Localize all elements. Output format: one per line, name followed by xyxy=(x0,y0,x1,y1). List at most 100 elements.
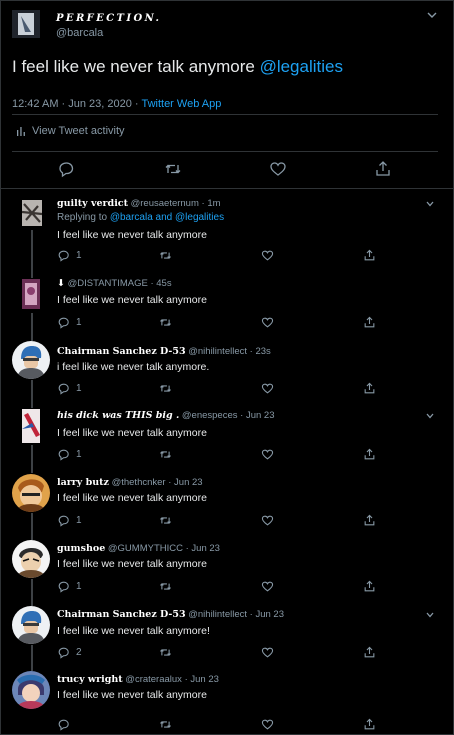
reply-header: guilty verdict @reusaeternum · 1m xyxy=(57,198,221,209)
heart-icon[interactable] xyxy=(269,160,287,178)
tweet-body: I feel like we never talk anymore xyxy=(12,57,260,76)
retweet-button[interactable] xyxy=(159,315,178,329)
reply-name[interactable]: trucy wright xyxy=(57,674,123,685)
reply-handle[interactable]: @crateraalux xyxy=(125,674,182,685)
share-button[interactable] xyxy=(363,717,376,731)
like-button[interactable] xyxy=(261,513,280,527)
like-button[interactable] xyxy=(261,381,280,395)
reply-button[interactable]: 1 xyxy=(57,315,82,329)
reply-time[interactable]: · Jun 23 xyxy=(186,543,220,554)
avatar[interactable] xyxy=(22,279,40,309)
reply-name[interactable]: gumshoe xyxy=(57,543,105,554)
reply-handle[interactable]: @nihilintellect xyxy=(188,346,247,357)
reply-action-bar: 1 xyxy=(57,381,387,395)
thread-line xyxy=(31,313,33,337)
replying-to-link[interactable]: @barcala and @legalities xyxy=(110,212,224,223)
chevron-down-icon[interactable] xyxy=(425,412,435,420)
reply-name[interactable]: larry butz xyxy=(57,477,109,488)
like-button[interactable] xyxy=(261,579,280,593)
reply-handle[interactable]: @nihilintellect xyxy=(188,609,247,620)
avatar[interactable] xyxy=(12,341,50,379)
retweet-icon xyxy=(160,450,171,458)
view-activity-link[interactable]: View Tweet activity xyxy=(16,125,125,137)
retweet-icon[interactable] xyxy=(164,160,182,178)
reply-time[interactable]: · Jun 23 xyxy=(240,410,274,421)
replying-prefix: Replying to xyxy=(57,212,110,223)
share-icon[interactable] xyxy=(374,160,392,178)
reply-icon xyxy=(58,581,69,593)
retweet-button[interactable] xyxy=(159,579,178,593)
main-action-bar xyxy=(12,160,438,182)
share-button[interactable] xyxy=(363,315,376,329)
client-link[interactable]: Twitter Web App xyxy=(141,98,221,110)
chevron-down-icon[interactable] xyxy=(425,200,435,208)
reply-handle[interactable]: @DISTANTIMAGE xyxy=(68,278,148,289)
share-icon xyxy=(364,580,375,591)
avatar[interactable] xyxy=(22,200,42,226)
reply-name[interactable]: Chairman Sanchez D-53 xyxy=(57,609,186,620)
reply-name[interactable]: guilty verdict xyxy=(57,198,128,209)
like-button[interactable] xyxy=(261,717,280,731)
chevron-down-icon[interactable] xyxy=(426,10,438,20)
reply-time[interactable]: · Jun 23 xyxy=(168,477,202,488)
like-button[interactable] xyxy=(261,315,280,329)
reply-time[interactable]: · 1m xyxy=(202,198,221,209)
retweet-button[interactable] xyxy=(159,513,178,527)
avatar[interactable] xyxy=(12,671,50,709)
share-button[interactable] xyxy=(363,447,376,461)
share-button[interactable] xyxy=(363,513,376,527)
reply-button[interactable]: 1 xyxy=(57,447,82,461)
heart-icon xyxy=(261,449,274,460)
mention-link[interactable]: @legalities xyxy=(260,57,343,76)
reply-button[interactable]: 1 xyxy=(57,381,82,395)
like-button[interactable] xyxy=(261,248,280,262)
reply-text: I feel like we never talk anymore xyxy=(57,492,207,504)
reply-button[interactable] xyxy=(57,717,76,731)
reply-name[interactable]: his dick was THIS big . xyxy=(57,410,179,421)
avatar[interactable] xyxy=(22,409,40,443)
like-button[interactable] xyxy=(261,447,280,461)
share-button[interactable] xyxy=(363,645,376,659)
retweet-button[interactable] xyxy=(159,248,178,262)
avatar[interactable] xyxy=(12,10,40,38)
divider xyxy=(12,151,438,152)
display-name[interactable]: PERFECTION. xyxy=(56,13,161,24)
share-button[interactable] xyxy=(363,579,376,593)
reply-handle[interactable]: @reusaeternum xyxy=(131,198,199,209)
handle[interactable]: @barcala xyxy=(56,27,103,39)
reply-header: Chairman Sanchez D-53 @nihilintellect · … xyxy=(57,346,271,357)
heart-icon xyxy=(261,581,274,592)
reply-time[interactable]: · 23s xyxy=(250,346,271,357)
reply-button[interactable]: 1 xyxy=(57,579,82,593)
share-button[interactable] xyxy=(363,248,376,262)
retweet-icon xyxy=(160,648,171,656)
reply-handle[interactable]: @thethcnker xyxy=(112,477,166,488)
avatar[interactable] xyxy=(12,540,50,578)
avatar[interactable] xyxy=(12,474,50,512)
heart-icon xyxy=(261,647,274,658)
reply-name[interactable]: Chairman Sanchez D-53 xyxy=(57,346,186,357)
reply-time[interactable]: · 45s xyxy=(150,278,171,289)
reply-button[interactable]: 1 xyxy=(57,513,82,527)
reply-button[interactable]: 2 xyxy=(57,645,82,659)
reply-handle[interactable]: @GUMMYTHICC xyxy=(108,543,183,554)
avatar[interactable] xyxy=(12,606,50,644)
retweet-button[interactable] xyxy=(159,447,178,461)
retweet-button[interactable] xyxy=(159,381,178,395)
share-button[interactable] xyxy=(363,381,376,395)
bar-chart-icon xyxy=(17,127,25,136)
reply-button[interactable]: 1 xyxy=(57,248,82,262)
chevron-down-icon[interactable] xyxy=(425,611,435,619)
thread-line xyxy=(31,579,33,601)
reply-time[interactable]: · Jun 23 xyxy=(250,609,284,620)
retweet-button[interactable] xyxy=(159,645,178,659)
reply-time[interactable]: · Jun 23 xyxy=(185,674,219,685)
reply-icon xyxy=(58,449,69,461)
thread-line xyxy=(31,230,33,272)
like-button[interactable] xyxy=(261,645,280,659)
retweet-button[interactable] xyxy=(159,717,178,731)
reply-handle[interactable]: @enespeces xyxy=(182,410,238,421)
reply-icon[interactable] xyxy=(57,160,75,178)
timestamp[interactable]: 12:42 AM · Jun 23, 2020 · xyxy=(12,98,141,110)
thread-line xyxy=(31,445,33,470)
